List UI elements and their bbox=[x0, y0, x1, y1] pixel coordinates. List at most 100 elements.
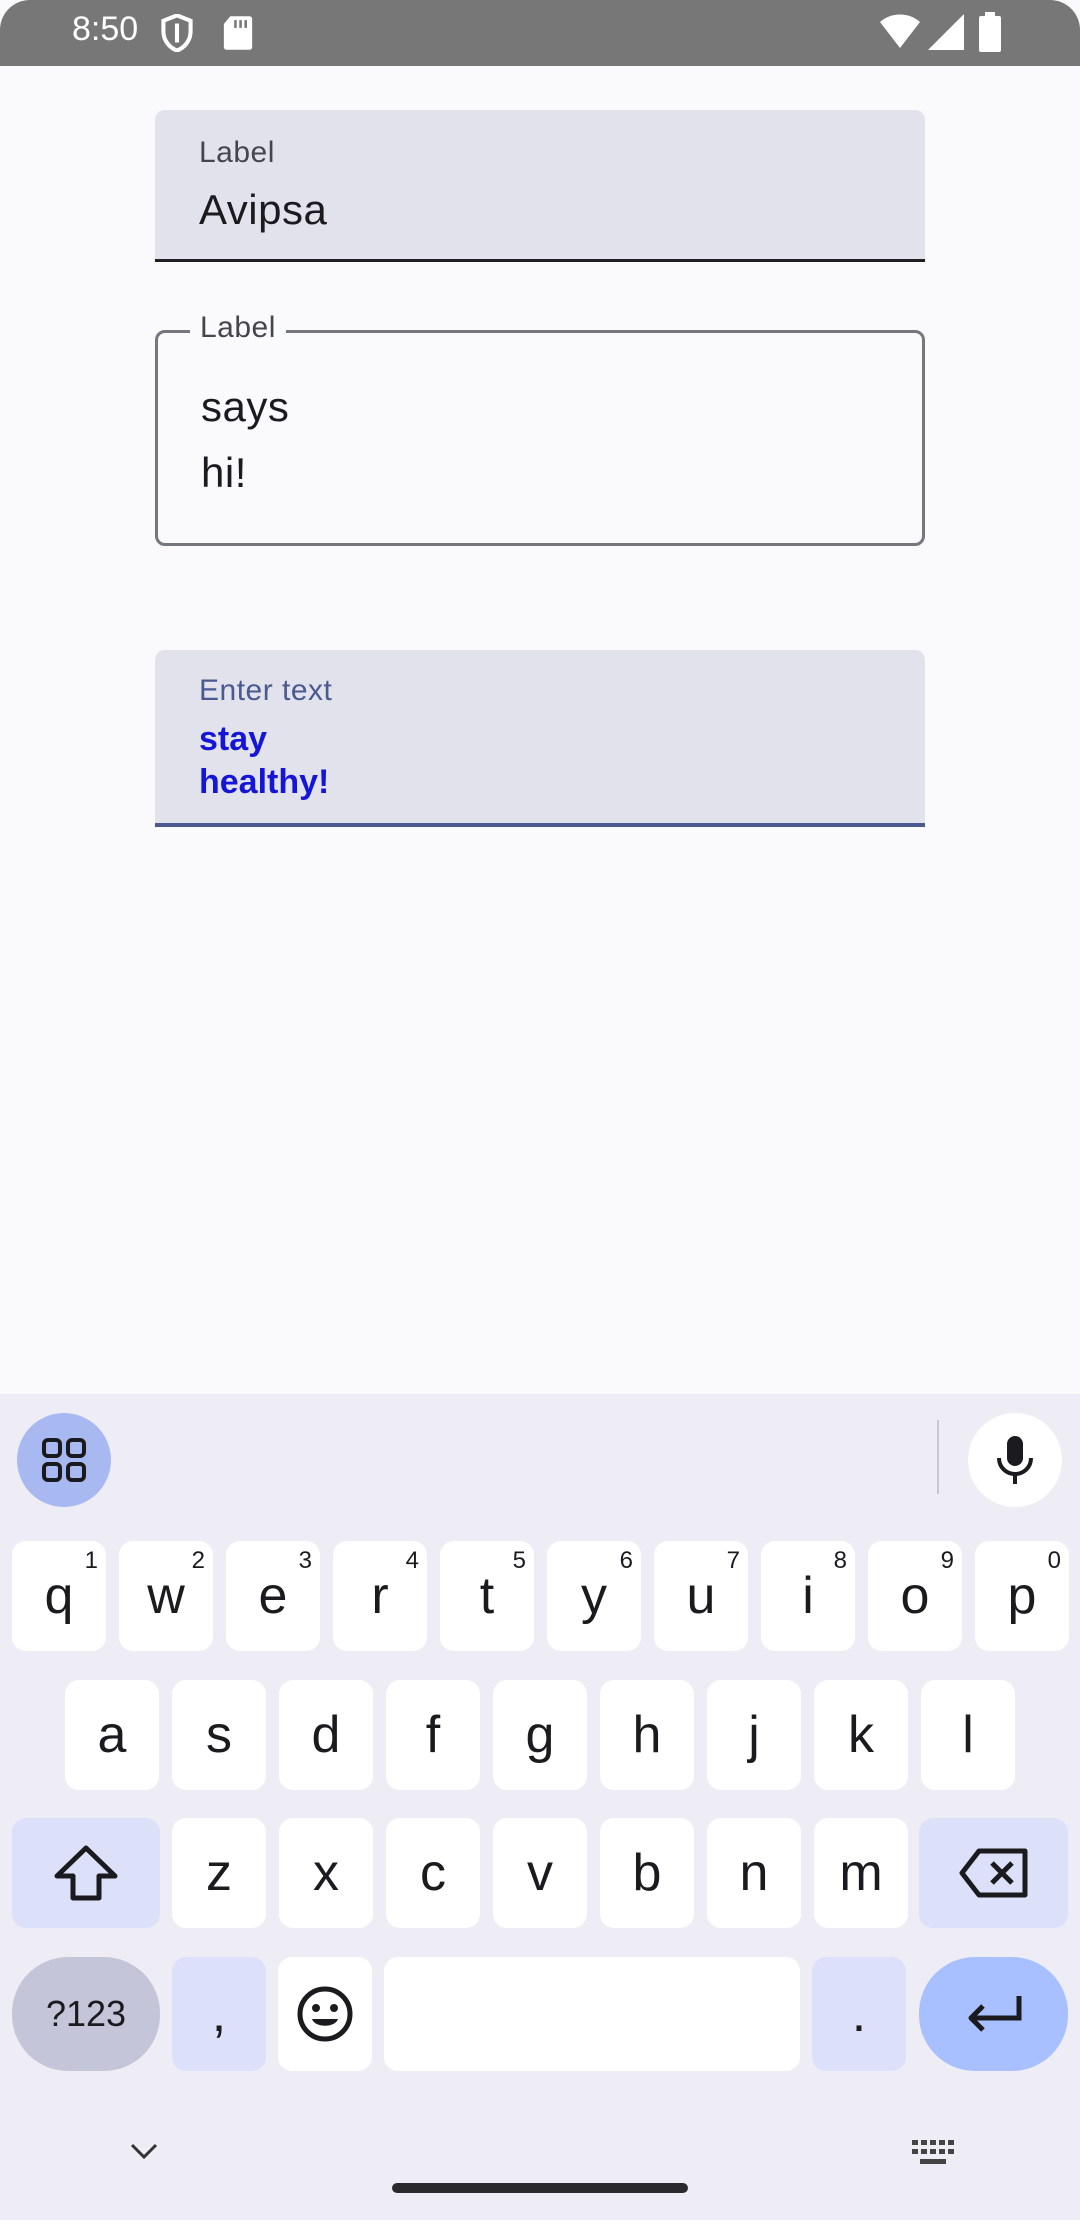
message-field-label: Label bbox=[190, 311, 286, 345]
key-label: j bbox=[748, 1706, 760, 1764]
message-field-line[interactable]: hi! bbox=[201, 449, 247, 497]
text-field-line[interactable]: healthy! bbox=[199, 763, 329, 802]
key[interactable]: r4 bbox=[333, 1541, 427, 1651]
sd-card-icon bbox=[223, 16, 253, 50]
key-label: r bbox=[371, 1567, 389, 1625]
key[interactable]: n bbox=[707, 1818, 801, 1928]
key[interactable]: v bbox=[493, 1818, 587, 1928]
key-hint: 2 bbox=[191, 1547, 205, 1574]
key-hint: 1 bbox=[84, 1547, 98, 1574]
key-label: l bbox=[962, 1706, 974, 1764]
key[interactable]: q1 bbox=[12, 1541, 106, 1651]
voice-input-button[interactable] bbox=[968, 1413, 1062, 1507]
status-time: 8:50 bbox=[72, 10, 139, 48]
keyboard-apps-button[interactable] bbox=[17, 1413, 111, 1507]
key[interactable]: l bbox=[921, 1680, 1015, 1790]
microphone-icon bbox=[997, 1436, 1033, 1484]
grid-icon bbox=[42, 1438, 86, 1482]
period-key[interactable]: . bbox=[812, 1957, 906, 2071]
key[interactable]: k bbox=[814, 1680, 908, 1790]
key[interactable]: p0 bbox=[975, 1541, 1069, 1651]
key-hint: 8 bbox=[833, 1547, 847, 1574]
shift-key[interactable] bbox=[12, 1818, 160, 1928]
key-hint: 0 bbox=[1047, 1547, 1061, 1574]
backspace-icon bbox=[959, 1848, 1027, 1898]
key[interactable]: c bbox=[386, 1818, 480, 1928]
text-field[interactable]: Enter text stay healthy! bbox=[155, 650, 925, 827]
emoji-key[interactable] bbox=[278, 1957, 372, 2071]
shift-icon bbox=[54, 1845, 118, 1901]
on-screen-keyboard: q1w2e3r4t5y6u7i8o9p0 asdfghjkl zxcvbnm ?… bbox=[0, 1394, 1080, 2220]
key-label: m bbox=[839, 1844, 883, 1902]
key[interactable]: j bbox=[707, 1680, 801, 1790]
key-label: b bbox=[632, 1844, 662, 1902]
symbols-key-label: ?123 bbox=[45, 1993, 127, 2034]
key-hint: 6 bbox=[619, 1547, 633, 1574]
key[interactable]: h bbox=[600, 1680, 694, 1790]
key-hint: 7 bbox=[726, 1547, 740, 1574]
key-label: v bbox=[527, 1844, 553, 1902]
emoji-icon bbox=[297, 1986, 353, 2042]
key[interactable]: m bbox=[814, 1818, 908, 1928]
comma-key-label: , bbox=[211, 1985, 227, 2043]
enter-key[interactable] bbox=[919, 1957, 1068, 2071]
key-label: d bbox=[311, 1706, 341, 1764]
key-label: c bbox=[420, 1844, 446, 1902]
key[interactable]: w2 bbox=[119, 1541, 213, 1651]
key[interactable]: a bbox=[65, 1680, 159, 1790]
wifi-icon bbox=[880, 14, 920, 48]
home-gesture-handle[interactable] bbox=[392, 2183, 688, 2193]
key-label: w bbox=[147, 1567, 185, 1625]
key-label: h bbox=[632, 1706, 662, 1764]
key[interactable]: y6 bbox=[547, 1541, 641, 1651]
toolbar-divider bbox=[937, 1420, 939, 1494]
key-hint: 3 bbox=[298, 1547, 312, 1574]
battery-icon bbox=[979, 12, 1001, 52]
name-field-value[interactable]: Avipsa bbox=[199, 186, 327, 234]
key[interactable]: e3 bbox=[226, 1541, 320, 1651]
text-field-label: Enter text bbox=[199, 674, 333, 707]
key[interactable]: z bbox=[172, 1818, 266, 1928]
key-label: i bbox=[802, 1567, 814, 1625]
key-hint: 4 bbox=[405, 1547, 419, 1574]
enter-icon bbox=[968, 1996, 1021, 2032]
key-label: t bbox=[479, 1567, 495, 1625]
key-label: k bbox=[848, 1706, 874, 1764]
key-label: a bbox=[97, 1706, 127, 1764]
comma-key[interactable]: , bbox=[172, 1957, 266, 2071]
key-label: e bbox=[258, 1567, 288, 1625]
key-label: y bbox=[581, 1567, 607, 1625]
key-hint: 9 bbox=[940, 1547, 954, 1574]
space-key[interactable] bbox=[384, 1957, 800, 2071]
key-hint: 5 bbox=[512, 1547, 526, 1574]
key[interactable]: g bbox=[493, 1680, 587, 1790]
key[interactable]: x bbox=[279, 1818, 373, 1928]
key[interactable]: f bbox=[386, 1680, 480, 1790]
name-field[interactable]: Label Avipsa bbox=[155, 110, 925, 262]
key[interactable]: d bbox=[279, 1680, 373, 1790]
message-field-line[interactable]: says bbox=[201, 383, 289, 431]
shield-icon bbox=[161, 14, 193, 52]
key-label: o bbox=[900, 1567, 930, 1625]
key[interactable]: i8 bbox=[761, 1541, 855, 1651]
hide-keyboard-chevron-icon[interactable] bbox=[124, 2136, 164, 2166]
status-bar: 8:50 bbox=[0, 0, 1080, 66]
symbols-key[interactable]: ?123 bbox=[12, 1957, 160, 2071]
key[interactable]: t5 bbox=[440, 1541, 534, 1651]
key-label: u bbox=[686, 1567, 716, 1625]
message-field[interactable]: Label says hi! bbox=[155, 311, 925, 546]
period-key-label: . bbox=[851, 1985, 867, 2043]
key[interactable]: b bbox=[600, 1818, 694, 1928]
key[interactable]: s bbox=[172, 1680, 266, 1790]
key[interactable]: o9 bbox=[868, 1541, 962, 1651]
backspace-key[interactable] bbox=[919, 1818, 1068, 1928]
text-field-line[interactable]: stay bbox=[199, 720, 267, 759]
key-label: z bbox=[206, 1844, 232, 1902]
cell-signal-icon bbox=[928, 14, 964, 50]
key-label: q bbox=[44, 1567, 74, 1625]
keyboard-switch-icon[interactable] bbox=[910, 2138, 956, 2168]
key[interactable]: u7 bbox=[654, 1541, 748, 1651]
name-field-label: Label bbox=[199, 136, 275, 169]
key-label: n bbox=[739, 1844, 769, 1902]
key-label: s bbox=[206, 1706, 232, 1764]
